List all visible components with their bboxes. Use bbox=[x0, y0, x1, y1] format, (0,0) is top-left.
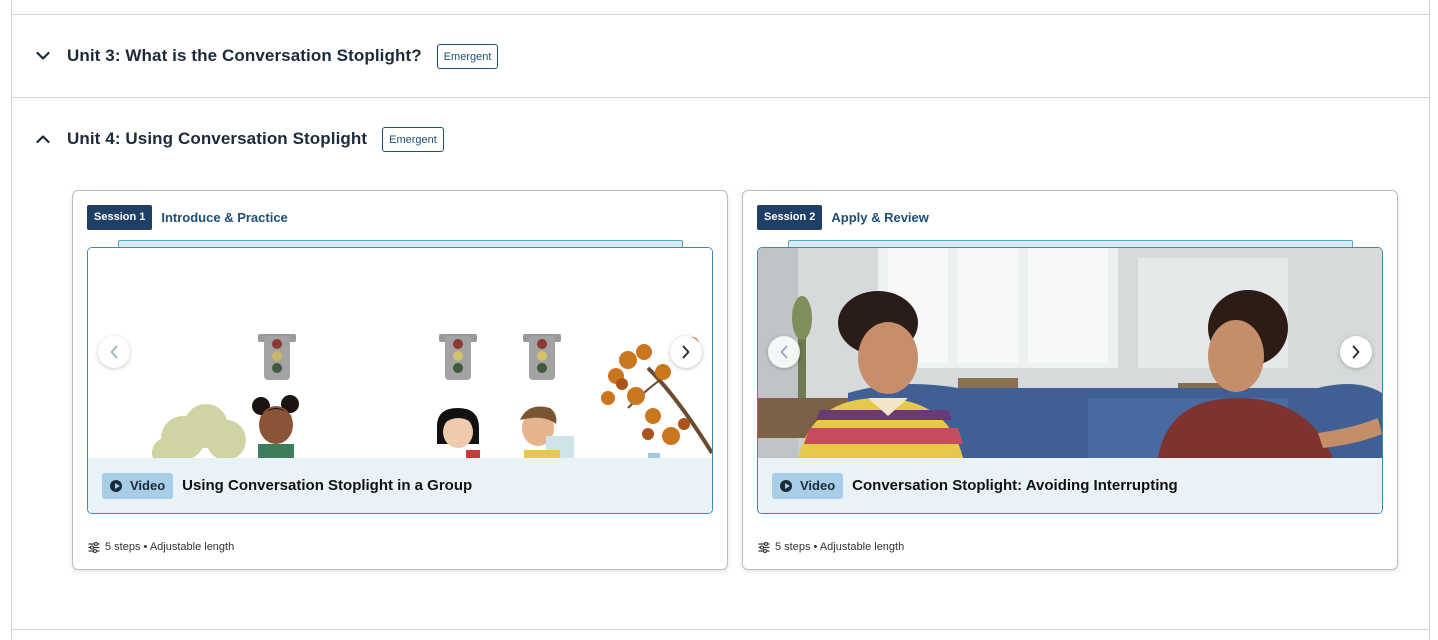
unit-4-header[interactable]: Unit 4: Using Conversation Stoplight Eme… bbox=[35, 124, 444, 154]
divider bbox=[12, 14, 1429, 15]
play-icon bbox=[780, 479, 792, 492]
chevron-up-icon[interactable] bbox=[35, 131, 51, 147]
session-card-2[interactable]: Session 2 Apply & Review Video Conversat… bbox=[742, 190, 1398, 570]
session-badge: Session 1 bbox=[87, 205, 153, 230]
chevron-right-icon bbox=[682, 345, 690, 359]
video-type-label: Video bbox=[800, 478, 836, 493]
session-card-1[interactable]: Session 1 Introduce & Practice Video Usi… bbox=[72, 190, 728, 570]
chevron-left-icon bbox=[780, 345, 788, 359]
chevron-left-icon bbox=[110, 345, 118, 359]
video-thumbnail[interactable] bbox=[88, 248, 712, 458]
unit-4-title: Unit 4: Using Conversation Stoplight bbox=[67, 129, 368, 148]
video-type-badge: Video bbox=[102, 472, 174, 499]
unit-3-header[interactable]: Unit 3: What is the Conversation Stoplig… bbox=[35, 41, 499, 71]
divider bbox=[12, 97, 1429, 98]
unit-3-title: Unit 3: What is the Conversation Stoplig… bbox=[67, 46, 422, 65]
session-header: Session 1 Introduce & Practice bbox=[87, 205, 288, 230]
carousel-prev-button[interactable] bbox=[768, 336, 800, 368]
video-thumbnail[interactable] bbox=[758, 248, 1382, 458]
session-meta-text: 5 steps • Adjustable length bbox=[775, 541, 905, 553]
session-meta: 5 steps • Adjustable length bbox=[88, 541, 234, 553]
media-carousel[interactable]: Video Conversation Stoplight: Avoiding I… bbox=[757, 247, 1383, 514]
chevron-down-icon[interactable] bbox=[35, 48, 51, 64]
video-type-label: Video bbox=[130, 478, 166, 493]
emergent-badge: Emergent bbox=[382, 126, 444, 152]
media-caption[interactable]: Video Conversation Stoplight: Avoiding I… bbox=[758, 458, 1382, 513]
session-name[interactable]: Introduce & Practice bbox=[161, 210, 287, 225]
session-badge: Session 2 bbox=[757, 205, 823, 230]
session-header: Session 2 Apply & Review bbox=[757, 205, 929, 230]
session-meta-text: 5 steps • Adjustable length bbox=[105, 541, 235, 553]
media-caption[interactable]: Video Using Conversation Stoplight in a … bbox=[88, 458, 712, 513]
video-title[interactable]: Conversation Stoplight: Avoiding Interru… bbox=[852, 477, 1178, 494]
video-type-badge: Video bbox=[772, 472, 844, 499]
play-icon bbox=[110, 479, 122, 492]
divider bbox=[12, 629, 1429, 630]
sliders-icon bbox=[758, 541, 770, 553]
carousel-next-button[interactable] bbox=[670, 336, 702, 368]
session-name[interactable]: Apply & Review bbox=[831, 210, 929, 225]
carousel-prev-button[interactable] bbox=[98, 336, 130, 368]
video-title[interactable]: Using Conversation Stoplight in a Group bbox=[182, 477, 472, 494]
page-frame: Unit 3: What is the Conversation Stoplig… bbox=[11, 0, 1430, 640]
chevron-right-icon bbox=[1352, 345, 1360, 359]
session-meta: 5 steps • Adjustable length bbox=[758, 541, 904, 553]
emergent-badge: Emergent bbox=[436, 43, 499, 69]
media-carousel[interactable]: Video Using Conversation Stoplight in a … bbox=[87, 247, 713, 514]
sliders-icon bbox=[88, 541, 100, 553]
carousel-next-button[interactable] bbox=[1340, 336, 1372, 368]
